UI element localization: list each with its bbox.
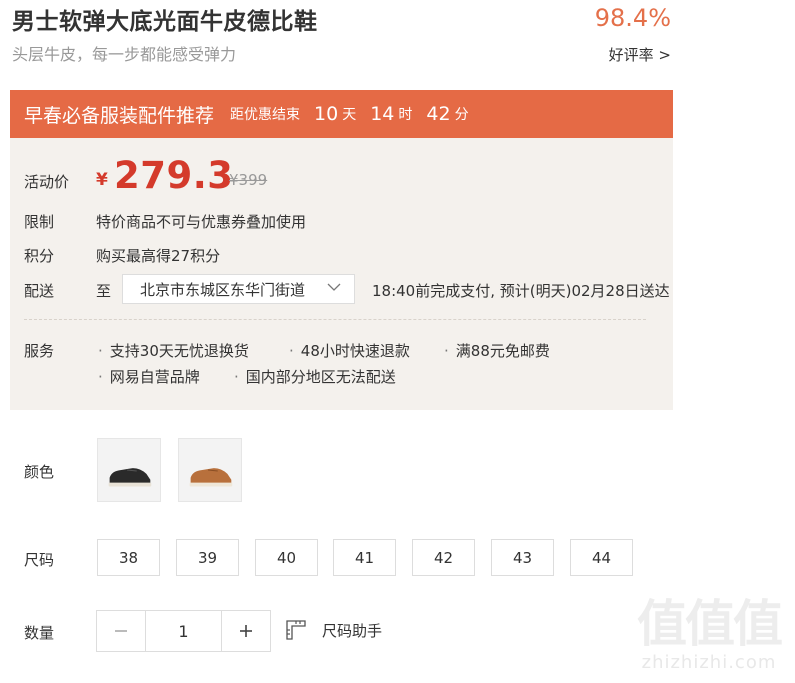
color-option-black[interactable] — [97, 438, 161, 502]
countdown-minutes-unit: 分 — [454, 107, 469, 123]
promo-bar: 早春必备服装配件推荐 距优惠结束 10 天 14 时 42 分 — [10, 90, 673, 138]
color-option-brown[interactable] — [178, 438, 242, 502]
size-option[interactable]: 40 — [255, 539, 318, 576]
size-helper-link[interactable]: 尺码助手 — [284, 618, 382, 642]
watermark-url: zhizhizhi.com — [641, 652, 777, 673]
currency-symbol: ¥ — [96, 170, 108, 190]
watermark-logo: 值值值 — [637, 595, 783, 653]
promo-title[interactable]: 早春必备服装配件推荐 — [24, 101, 214, 128]
service-item: · 48小时快速退款 — [289, 342, 410, 360]
limit-text: 特价商品不可与优惠券叠加使用 — [96, 213, 307, 231]
address-text: 北京市东城区东华门街道 — [140, 280, 306, 299]
product-subtitle: 头层牛皮，每一步都能感受弹力 — [12, 45, 237, 64]
plus-icon — [240, 625, 252, 637]
size-label: 尺码 — [24, 551, 55, 569]
points-label: 积分 — [24, 247, 55, 265]
chevron-down-icon — [327, 283, 341, 291]
points-text: 购买最高得27积分 — [96, 247, 221, 265]
size-option[interactable]: 43 — [491, 539, 554, 576]
black-shoe-icon — [98, 439, 160, 501]
service-item: · 国内部分地区无法配送 — [234, 368, 396, 386]
product-title: 男士软弹大底光面牛皮德比鞋 — [12, 9, 318, 35]
countdown-label: 距优惠结束 — [230, 107, 301, 123]
size-option[interactable]: 38 — [97, 539, 160, 576]
minus-icon — [115, 630, 127, 632]
size-option[interactable]: 41 — [333, 539, 396, 576]
delivery-eta: 18:40前完成支付, 预计(明天)02月28日送达 — [372, 282, 670, 300]
watermark: 值值值 zhizhizhi.com — [637, 595, 783, 673]
brown-shoe-icon — [179, 439, 241, 501]
service-item: · 满88元免邮费 — [444, 342, 550, 360]
countdown-days-unit: 天 — [342, 107, 357, 123]
quantity-label: 数量 — [24, 624, 55, 642]
size-option[interactable]: 42 — [412, 539, 475, 576]
service-item: · 支持30天无忧退换货 — [98, 342, 249, 360]
decrease-button[interactable] — [97, 611, 145, 651]
service-item: · 网易自营品牌 — [98, 368, 200, 386]
color-label: 颜色 — [24, 463, 55, 481]
size-option[interactable]: 44 — [570, 539, 633, 576]
price-label: 活动价 — [24, 173, 70, 191]
divider — [24, 319, 646, 320]
current-price: 279.3 — [114, 154, 234, 197]
services-label: 服务 — [24, 342, 55, 360]
ruler-icon — [286, 620, 306, 640]
rating-link[interactable]: 好评率 > — [609, 44, 671, 65]
countdown-days: 10 — [314, 103, 339, 125]
countdown-hours-unit: 时 — [398, 107, 413, 123]
countdown-minutes: 42 — [426, 103, 451, 125]
size-helper-label: 尺码助手 — [322, 621, 383, 640]
delivery-to: 至 — [96, 282, 112, 300]
delivery-label: 配送 — [24, 282, 55, 300]
rating-value: 98.4% — [594, 4, 671, 32]
increase-button[interactable] — [222, 611, 270, 651]
price-panel: 活动价 ¥ 279.3 ¥399 限制 特价商品不可与优惠券叠加使用 积分 购买… — [10, 138, 673, 410]
quantity-input[interactable] — [145, 611, 222, 651]
original-price: ¥399 — [229, 171, 268, 189]
countdown-hours: 14 — [370, 103, 395, 125]
address-selector[interactable]: 北京市东城区东华门街道 — [122, 274, 355, 304]
limit-label: 限制 — [24, 213, 55, 231]
size-option[interactable]: 39 — [176, 539, 239, 576]
quantity-stepper — [96, 610, 271, 652]
